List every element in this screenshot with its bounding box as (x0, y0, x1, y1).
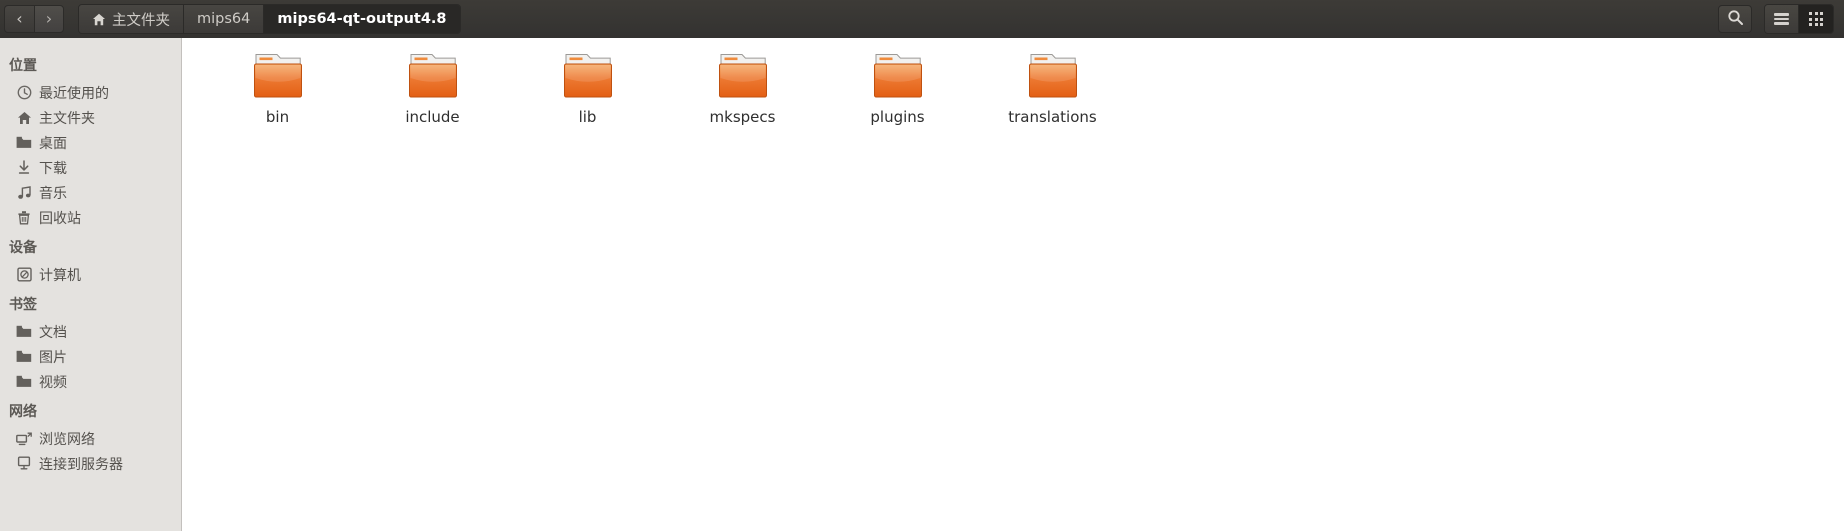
search-button[interactable] (1718, 5, 1752, 33)
trash-icon (16, 210, 32, 226)
home-icon (92, 13, 106, 26)
file-name-label: lib (578, 108, 597, 126)
sidebar-heading-devices: 设备 (9, 240, 37, 256)
forward-chevron-icon: › (45, 9, 53, 28)
sidebar-item-label: 浏览网络 (39, 431, 95, 448)
top-toolbar: ‹ › 主文件夹 mips64 mips64-qt-output4.8 (0, 0, 1844, 38)
file-name-label: translations (1008, 108, 1097, 126)
sidebar-item-computer[interactable]: 计算机 (0, 262, 181, 287)
file-manager-window: ‹ › 主文件夹 mips64 mips64-qt-output4.8 位置 最… (0, 0, 1844, 531)
clock-icon (16, 85, 32, 101)
grid-view-button[interactable] (1799, 5, 1833, 33)
sidebar-item-connect-to-server[interactable]: 连接到服务器 (0, 451, 181, 476)
places-sidebar[interactable]: 位置 最近使用的 主文件夹 桌面 下载 音乐 回收站 设备 计算机 书签 文档 … (0, 38, 182, 531)
sidebar-heading-bookmarks: 书签 (9, 297, 37, 313)
sidebar-item-label: 主文件夹 (39, 110, 95, 127)
file-name-label: plugins (870, 108, 925, 126)
breadcrumb: 主文件夹 mips64 mips64-qt-output4.8 (78, 4, 461, 34)
folder-icon (408, 52, 458, 99)
folder-icon (16, 324, 32, 340)
back-button[interactable]: ‹ (4, 5, 34, 33)
search-icon (1727, 9, 1744, 30)
folder-icon (1028, 52, 1078, 99)
sidebar-item-pictures[interactable]: 图片 (0, 344, 181, 369)
file-name-label: mkspecs (709, 108, 776, 126)
sidebar-item-label: 下载 (39, 160, 67, 177)
breadcrumb-item-home[interactable]: 主文件夹 (79, 5, 184, 33)
view-mode-toggle-group (1764, 4, 1834, 34)
file-item[interactable]: mkspecs (665, 52, 820, 136)
grid-view-icon (1809, 12, 1823, 26)
breadcrumb-item-current[interactable]: mips64-qt-output4.8 (264, 5, 460, 33)
file-item[interactable]: bin (200, 52, 355, 136)
home-icon (16, 110, 32, 126)
sidebar-heading-places: 位置 (9, 58, 37, 74)
sidebar-item-label: 音乐 (39, 185, 67, 202)
icon-grid: bin include lib mkspecs plugins translat… (182, 38, 1844, 142)
toolbar-right-group (1718, 0, 1834, 38)
file-name-label: include (405, 108, 460, 126)
back-chevron-icon: ‹ (16, 9, 23, 28)
sidebar-item-label: 连接到服务器 (39, 456, 123, 473)
sidebar-item-trash[interactable]: 回收站 (0, 205, 181, 230)
sidebar-heading-network: 网络 (9, 404, 37, 420)
sidebar-item-label: 视频 (39, 374, 67, 391)
file-list-view[interactable]: bin include lib mkspecs plugins translat… (182, 38, 1844, 531)
sidebar-item-label: 计算机 (39, 267, 81, 284)
folder-icon (253, 52, 303, 99)
computer-disc-icon (16, 267, 32, 283)
file-item[interactable]: plugins (820, 52, 975, 136)
sidebar-item-label: 最近使用的 (39, 85, 109, 102)
navigation-buttons: ‹ › (4, 5, 64, 33)
file-item[interactable]: lib (510, 52, 665, 136)
list-view-icon (1774, 11, 1789, 27)
folder-icon (873, 52, 923, 99)
folder-icon (718, 52, 768, 99)
file-item[interactable]: translations (975, 52, 1130, 136)
folder-icon (16, 374, 32, 390)
sidebar-item-label: 文档 (39, 324, 67, 341)
sidebar-item-recent[interactable]: 最近使用的 (0, 80, 181, 105)
folder-icon (16, 349, 32, 365)
network-browse-icon (16, 431, 32, 447)
sidebar-item-home[interactable]: 主文件夹 (0, 105, 181, 130)
sidebar-item-videos[interactable]: 视频 (0, 369, 181, 394)
breadcrumb-label: 主文件夹 (112, 12, 170, 29)
file-name-label: bin (265, 108, 290, 126)
file-item[interactable]: include (355, 52, 510, 136)
sidebar-item-music[interactable]: 音乐 (0, 180, 181, 205)
breadcrumb-label: mips64-qt-output4.8 (277, 11, 447, 27)
folder-icon (563, 52, 613, 99)
sidebar-item-browse-network[interactable]: 浏览网络 (0, 426, 181, 451)
server-connect-icon (16, 456, 32, 472)
music-icon (16, 185, 32, 201)
sidebar-item-label: 桌面 (39, 135, 67, 152)
breadcrumb-item-mips64[interactable]: mips64 (184, 5, 265, 33)
sidebar-item-label: 图片 (39, 349, 67, 366)
sidebar-item-documents[interactable]: 文档 (0, 319, 181, 344)
breadcrumb-label: mips64 (197, 11, 251, 27)
sidebar-item-label: 回收站 (39, 210, 81, 227)
list-view-button[interactable] (1765, 5, 1799, 33)
forward-button[interactable]: › (34, 5, 64, 33)
main-body: 位置 最近使用的 主文件夹 桌面 下载 音乐 回收站 设备 计算机 书签 文档 … (0, 38, 1844, 531)
folder-icon (16, 135, 32, 151)
sidebar-item-downloads[interactable]: 下载 (0, 155, 181, 180)
download-icon (16, 160, 32, 176)
sidebar-item-desktop[interactable]: 桌面 (0, 130, 181, 155)
